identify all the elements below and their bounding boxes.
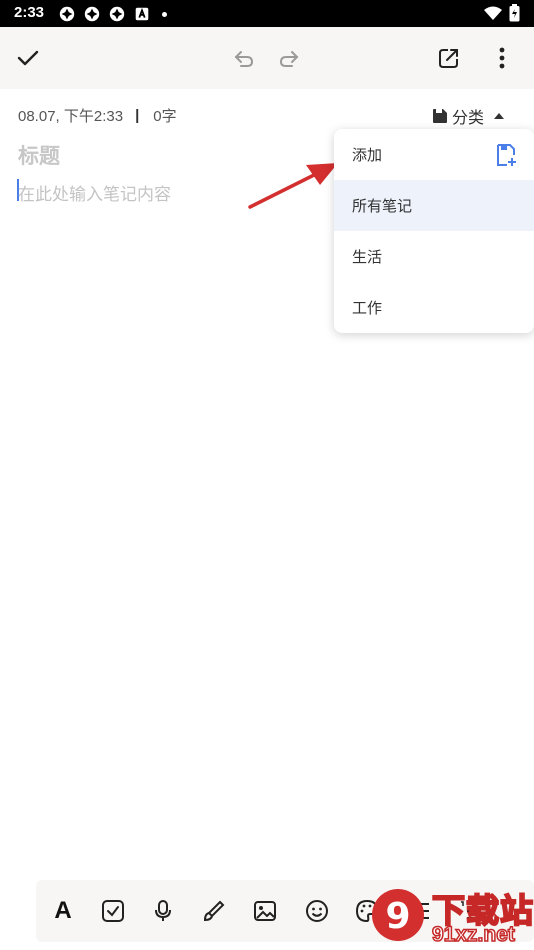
add-folder-icon xyxy=(497,144,516,166)
undo-icon xyxy=(234,51,254,67)
editor-toolbar xyxy=(0,27,534,89)
wifi-icon xyxy=(484,6,502,20)
status-bar: 2:33 xyxy=(0,0,534,27)
confirm-button[interactable] xyxy=(10,40,46,76)
battery-icon xyxy=(509,4,520,22)
notification-icons xyxy=(58,5,167,23)
image-icon xyxy=(254,901,276,921)
a-badge-icon xyxy=(135,7,149,21)
caret-up-icon xyxy=(494,113,505,119)
insert-image-button[interactable] xyxy=(248,894,282,928)
brush-icon xyxy=(203,900,225,922)
title-placeholder[interactable]: 标题 xyxy=(18,140,60,170)
emoji-button[interactable] xyxy=(300,894,334,928)
aperture-icon xyxy=(59,6,75,22)
folder-icon xyxy=(433,109,447,123)
redo-button[interactable] xyxy=(271,40,307,76)
menu-item-label: 工作 xyxy=(352,299,383,317)
microphone-icon xyxy=(155,900,171,921)
content-placeholder[interactable]: 在此处输入笔记内容 xyxy=(18,180,171,205)
status-right-icons xyxy=(483,4,520,22)
emoji-icon xyxy=(306,900,328,922)
text-format-icon: A xyxy=(54,897,72,924)
svg-text:9: 9 xyxy=(385,896,410,937)
meta-separator: | xyxy=(135,107,140,124)
menu-item-label: 生活 xyxy=(352,248,383,266)
category-menu-item-add[interactable]: 添加 xyxy=(334,129,534,180)
category-label: 分类 xyxy=(452,108,485,127)
watermark-url: 91xz.net xyxy=(431,922,515,947)
category-menu-item-all-notes[interactable]: 所有笔记 xyxy=(334,180,534,231)
draw-button[interactable] xyxy=(197,894,231,928)
dot-icon xyxy=(162,11,167,17)
menu-item-label: 所有笔记 xyxy=(352,197,413,215)
category-menu-item-work[interactable]: 工作 xyxy=(334,282,534,333)
redo-icon xyxy=(279,51,299,67)
menu-item-label: 添加 xyxy=(352,146,383,164)
aperture-icon xyxy=(109,6,125,22)
category-menu-item-life[interactable]: 生活 xyxy=(334,231,534,282)
status-time: 2:33 xyxy=(14,4,45,21)
checkbox-icon xyxy=(102,900,124,922)
undo-button[interactable] xyxy=(226,40,262,76)
note-meta: 08.07, 下午2:33 | 0字 xyxy=(18,105,177,126)
voice-button[interactable] xyxy=(146,894,180,928)
note-date: 08.07, 下午2:33 xyxy=(18,108,124,125)
share-button[interactable] xyxy=(431,40,467,76)
category-menu: 添加 所有笔记 生活 工作 xyxy=(334,129,534,333)
text-format-button[interactable]: A xyxy=(46,894,80,928)
check-icon xyxy=(17,50,39,66)
checklist-button[interactable] xyxy=(96,894,130,928)
share-icon xyxy=(439,49,458,68)
word-count: 0字 xyxy=(153,108,177,125)
category-selector[interactable]: 分类 xyxy=(432,104,506,128)
aperture-icon xyxy=(84,6,100,22)
more-options-button[interactable] xyxy=(484,40,520,76)
more-vert-icon xyxy=(499,47,505,69)
